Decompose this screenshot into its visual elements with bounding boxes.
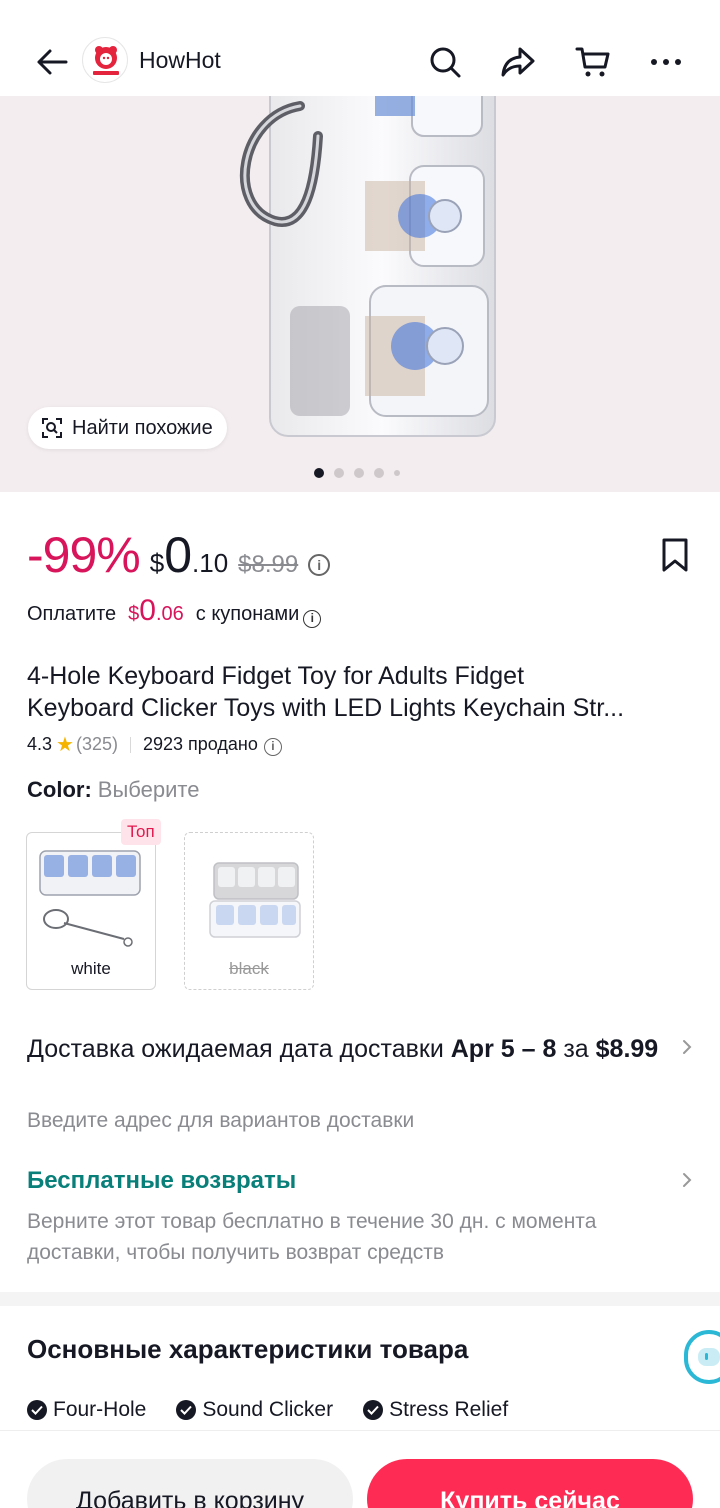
price-currency: $ xyxy=(149,548,165,578)
variant-thumbnail xyxy=(209,862,301,938)
page-dot[interactable] xyxy=(354,468,364,478)
delivery-price: $8.99 xyxy=(595,1035,659,1063)
page-dot[interactable] xyxy=(314,468,324,478)
arrow-left-icon xyxy=(37,49,68,75)
coupon-info-icon[interactable]: i xyxy=(303,610,322,628)
spec-label: Four-Hole xyxy=(53,1398,147,1421)
rating-value: 4.3 xyxy=(27,734,53,754)
search-button[interactable] xyxy=(423,40,467,84)
search-icon xyxy=(430,47,461,78)
price-info-icon[interactable]: i xyxy=(308,554,331,576)
assistant-bot-icon[interactable] xyxy=(684,1330,720,1384)
image-search-icon xyxy=(42,418,62,438)
bottom-action-bar: Добавить в корзину Купить сейчас xyxy=(0,1430,720,1508)
spec-label: Stress Relief xyxy=(389,1398,509,1421)
price-integer: 0 xyxy=(164,527,193,583)
sold-count: 2923 продано xyxy=(143,734,258,754)
delivery-prefix: Доставка ожидаемая дата доставки xyxy=(27,1035,444,1063)
coupon-suffix: с купонами xyxy=(195,603,300,625)
key-specs-title: Основные характеристики товара xyxy=(27,1334,469,1364)
bookmark-icon[interactable] xyxy=(660,537,690,573)
status-bar xyxy=(0,0,720,24)
spec-chip: Sound Clicker xyxy=(176,1398,333,1422)
add-to-cart-button[interactable]: Добавить в корзину xyxy=(27,1459,353,1508)
price-row: -99% $ 0 .10 $8.99 i xyxy=(27,526,331,586)
shop-name[interactable]: HowHot xyxy=(139,47,221,74)
back-button[interactable] xyxy=(30,40,74,84)
sold-info-icon[interactable]: i xyxy=(263,737,282,756)
coupon-price-row[interactable]: Оплатите $ 0 .06 с купонами i xyxy=(27,594,322,628)
coupon-price-decimal: .06 xyxy=(155,603,184,625)
page-dot[interactable] xyxy=(394,470,400,476)
checkmark-icon xyxy=(176,1400,197,1420)
variant-thumbnail xyxy=(39,850,141,947)
product-title-line: Keyboard Clicker Toys with LED Lights Ke… xyxy=(27,694,625,722)
coupon-price-integer: 0 xyxy=(139,594,156,627)
find-similar-button[interactable]: Найти похожие xyxy=(28,407,227,449)
coupon-currency: $ xyxy=(128,603,140,625)
top-badge: Топ xyxy=(121,819,161,845)
more-button[interactable] xyxy=(644,40,688,84)
top-nav-bar: HowHot xyxy=(0,24,720,96)
rating-row[interactable]: 4.3 ★ (325) 2923 продано i xyxy=(27,732,282,757)
gallery-pagination xyxy=(314,468,400,478)
chevron-right-icon[interactable] xyxy=(680,1170,694,1190)
share-button[interactable] xyxy=(496,40,540,84)
color-selector-label: Color: Выберите xyxy=(27,777,199,803)
checkmark-icon xyxy=(27,1400,47,1420)
spec-chip: Four-Hole xyxy=(27,1398,146,1422)
product-title: 4-Hole Keyboard Fidget Toy for Adults Fi… xyxy=(27,660,697,724)
review-count: (325) xyxy=(75,734,118,754)
discount-percent: -99% xyxy=(27,527,141,583)
delivery-middle: за xyxy=(563,1035,589,1063)
delivery-dates: Apr 5 – 8 xyxy=(450,1035,557,1063)
free-returns-title[interactable]: Бесплатные возвраты xyxy=(27,1167,296,1195)
more-dots-icon xyxy=(651,59,681,65)
delivery-info[interactable]: Доставка ожидаемая дата доставки Apr 5 –… xyxy=(27,1033,667,1066)
section-divider xyxy=(0,1292,720,1306)
key-specs-list: Four-Hole Sound Clicker Stress Relief xyxy=(27,1398,508,1422)
delivery-address-hint[interactable]: Введите адрес для вариантов доставки xyxy=(27,1109,414,1133)
variant-option-black-unavailable[interactable]: black xyxy=(184,832,314,990)
color-label: Color: xyxy=(27,777,92,802)
chevron-right-icon[interactable] xyxy=(680,1037,694,1057)
variant-label: white xyxy=(71,959,111,978)
cart-button[interactable] xyxy=(571,40,615,84)
variant-option-white[interactable]: white xyxy=(26,832,156,990)
color-value: Выберите xyxy=(97,777,200,802)
checkmark-icon xyxy=(363,1400,384,1420)
coupon-prefix: Оплатите xyxy=(27,603,117,625)
page-dot[interactable] xyxy=(334,468,344,478)
find-similar-label: Найти похожие xyxy=(72,416,213,439)
free-returns-description: Верните этот товар бесплатно в течение 3… xyxy=(27,1210,597,1264)
divider xyxy=(130,736,131,753)
star-icon: ★ xyxy=(56,734,74,756)
original-price: $8.99 xyxy=(238,551,299,578)
buy-now-button[interactable]: Купить сейчас xyxy=(367,1459,693,1508)
spec-chip: Stress Relief xyxy=(363,1398,508,1422)
product-image-gallery[interactable]: Найти похожие xyxy=(0,96,720,492)
variant-label: black xyxy=(229,959,269,978)
product-title-line: 4-Hole Keyboard Fidget Toy for Adults Fi… xyxy=(27,662,525,690)
cart-icon xyxy=(575,47,610,77)
spec-label: Sound Clicker xyxy=(202,1398,334,1421)
price-decimal: .10 xyxy=(192,548,229,578)
shop-logo[interactable] xyxy=(82,37,128,83)
share-arrow-icon xyxy=(501,47,535,77)
page-dot[interactable] xyxy=(374,468,384,478)
